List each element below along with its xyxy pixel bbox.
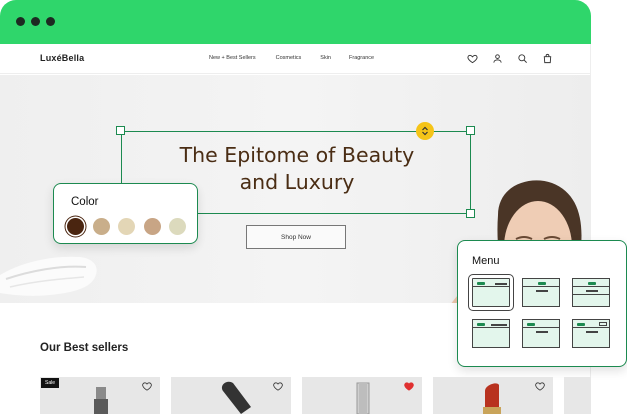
layout-divider	[473, 327, 509, 328]
favorite-heart-icon[interactable]	[535, 382, 545, 391]
color-swatch[interactable]	[67, 218, 84, 235]
menu-layout-option[interactable]	[572, 278, 610, 307]
user-icon[interactable]	[492, 53, 503, 64]
layout-link-mark	[536, 331, 548, 333]
menu-panel-title: Menu	[472, 255, 500, 267]
resize-handle-top-right[interactable]	[466, 126, 475, 135]
menu-layout-option[interactable]	[522, 319, 560, 348]
color-swatch-list	[67, 218, 186, 235]
layout-divider	[473, 286, 509, 287]
color-swatch[interactable]	[118, 218, 135, 235]
layout-logo-mark	[538, 282, 546, 285]
layout-link-mark	[536, 290, 548, 292]
layout-divider	[573, 294, 609, 295]
header-actions	[467, 53, 553, 64]
nav-link-new-best-sellers[interactable]: New + Best Sellers	[209, 55, 256, 61]
brand-logo[interactable]: LuxéBella	[40, 53, 84, 63]
nav-link-fragrance[interactable]: Fragrance	[349, 55, 374, 61]
menu-layout-option[interactable]	[522, 278, 560, 307]
cream-swatch-image	[0, 256, 97, 296]
color-picker-panel: Color	[53, 183, 198, 244]
best-sellers-heading: Our Best sellers	[40, 342, 129, 354]
layout-divider	[573, 286, 609, 287]
window-titlebar	[0, 0, 591, 44]
site-header: LuxéBella New + Best Sellers Cosmetics S…	[0, 44, 591, 74]
color-panel-title: Color	[71, 196, 99, 208]
color-swatch[interactable]	[169, 218, 186, 235]
layout-logo-mark	[477, 323, 485, 326]
window-dot-icon[interactable]	[46, 17, 55, 26]
layout-logo-mark	[477, 282, 485, 285]
layout-logo-mark	[577, 323, 585, 326]
product-card[interactable]	[564, 377, 591, 414]
favorite-heart-icon[interactable]	[142, 382, 152, 391]
menu-layout-options	[468, 274, 610, 348]
resize-handle-bottom-right[interactable]	[466, 209, 475, 218]
product-card[interactable]	[433, 377, 553, 414]
color-swatch[interactable]	[92, 218, 110, 235]
product-card[interactable]: Sale	[40, 377, 160, 414]
layout-link-mark	[495, 283, 507, 285]
layout-divider	[523, 327, 559, 328]
search-icon[interactable]	[517, 53, 528, 64]
layout-link-mark	[491, 324, 507, 326]
favorite-heart-icon[interactable]	[273, 382, 283, 391]
color-swatch[interactable]	[143, 218, 161, 235]
window-dot-icon[interactable]	[31, 17, 40, 26]
layout-logo-mark	[527, 323, 535, 326]
product-card[interactable]	[302, 377, 422, 414]
heart-icon[interactable]	[467, 53, 478, 64]
layout-divider	[523, 286, 559, 287]
layout-link-mark	[586, 331, 598, 333]
favorite-heart-icon[interactable]	[404, 382, 414, 391]
nav-link-skin[interactable]: Skin	[320, 55, 331, 61]
main-nav: New + Best Sellers Cosmetics Skin Fragra…	[209, 55, 374, 61]
layout-button-mark	[599, 322, 607, 326]
menu-layout-panel: Menu	[457, 240, 627, 367]
menu-layout-option[interactable]	[468, 274, 514, 311]
layout-link-mark	[586, 290, 598, 292]
nav-link-cosmetics[interactable]: Cosmetics	[276, 55, 302, 61]
layout-logo-mark	[588, 282, 596, 285]
product-card[interactable]	[171, 377, 291, 414]
layout-divider	[573, 327, 609, 328]
window-dot-icon[interactable]	[16, 17, 25, 26]
menu-layout-option[interactable]	[572, 319, 610, 348]
bag-icon[interactable]	[542, 53, 553, 64]
reorder-handle[interactable]	[416, 122, 434, 140]
shop-now-button[interactable]: Shop Now	[246, 225, 346, 249]
resize-handle-top-left[interactable]	[116, 126, 125, 135]
window-controls	[16, 17, 55, 26]
chevron-up-down-icon	[422, 126, 428, 136]
menu-layout-option[interactable]	[472, 319, 510, 348]
